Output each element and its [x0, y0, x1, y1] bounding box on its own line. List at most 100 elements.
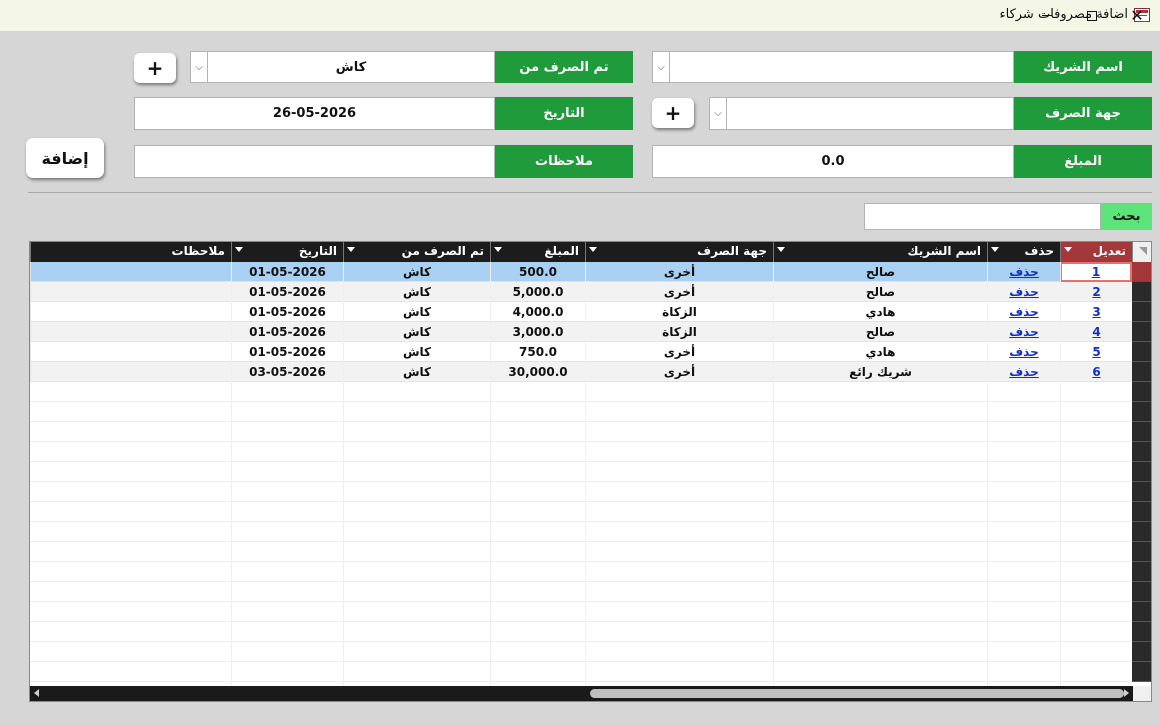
notes-cell[interactable]	[30, 362, 231, 382]
amount-cell[interactable]: 500.0	[490, 262, 585, 282]
horizontal-scrollbar[interactable]	[30, 686, 1133, 701]
date-cell[interactable]: 01-05-2026	[231, 302, 343, 322]
record-selector[interactable]	[1132, 282, 1151, 302]
partner-name-combo[interactable]	[669, 51, 1014, 83]
filter-arrow-icon[interactable]	[991, 247, 999, 252]
notes-cell[interactable]	[30, 302, 231, 322]
table-row[interactable]: 01-05-2026 كاش 750.0 أخرى هادي حذف 5	[30, 342, 1132, 362]
maximize-button[interactable]	[1069, 0, 1115, 31]
amount-cell[interactable]: 4,000.0	[490, 302, 585, 322]
scroll-right-icon[interactable]	[1124, 689, 1129, 697]
header-date[interactable]: التاريخ	[231, 242, 343, 262]
partner-name-dropdown-icon[interactable]: ⌵	[652, 51, 670, 83]
header-delete[interactable]: حذف	[987, 242, 1060, 262]
date-cell[interactable]: 01-05-2026	[231, 282, 343, 302]
notes-cell[interactable]	[30, 282, 231, 302]
table-row[interactable]: 01-05-2026 كاش 3,000.0 الزكاة صالح حذف 4	[30, 322, 1132, 342]
record-selector[interactable]	[1132, 602, 1151, 622]
partner-name-cell[interactable]: صالح	[773, 322, 987, 342]
expense-type-cell[interactable]: أخرى	[585, 282, 773, 302]
record-selector[interactable]	[1132, 462, 1151, 482]
minimize-button[interactable]	[1024, 0, 1070, 31]
amount-cell[interactable]: 30,000.0	[490, 362, 585, 382]
record-selector[interactable]	[1132, 622, 1151, 642]
record-selector[interactable]	[1132, 262, 1151, 282]
expense-type-cell[interactable]: الزكاة	[585, 302, 773, 322]
paid-from-cell[interactable]: كاش	[343, 362, 490, 382]
record-selector[interactable]	[1132, 522, 1151, 542]
paid-from-combo[interactable]: كاش	[207, 51, 495, 83]
close-button[interactable]: ✕	[1114, 0, 1160, 31]
delete-link[interactable]: حذف	[987, 262, 1060, 282]
delete-link[interactable]: حذف	[987, 342, 1060, 362]
paid-from-cell[interactable]: كاش	[343, 322, 490, 342]
notes-cell[interactable]	[30, 342, 231, 362]
header-amount[interactable]: المبلغ	[490, 242, 585, 262]
record-selector[interactable]	[1132, 582, 1151, 602]
amount-cell[interactable]: 3,000.0	[490, 322, 585, 342]
record-selector[interactable]	[1132, 442, 1151, 462]
partner-name-cell[interactable]: هادي	[773, 342, 987, 362]
record-selector[interactable]	[1132, 362, 1151, 382]
date-field[interactable]: 26-05-2026	[134, 97, 495, 130]
filter-arrow-icon[interactable]	[494, 247, 502, 252]
header-partner-name[interactable]: اسم الشريك	[773, 242, 987, 262]
notes-cell[interactable]	[30, 262, 231, 282]
record-selector[interactable]	[1132, 662, 1151, 682]
date-cell[interactable]: 01-05-2026	[231, 262, 343, 282]
record-selector[interactable]	[1132, 402, 1151, 422]
delete-link[interactable]: حذف	[987, 282, 1060, 302]
partner-name-cell[interactable]: صالح	[773, 282, 987, 302]
edit-link[interactable]: 2	[1060, 282, 1132, 302]
add-button[interactable]: إضافة	[26, 138, 104, 178]
expense-type-cell[interactable]: الزكاة	[585, 322, 773, 342]
table-row[interactable]: 03-05-2026 كاش 30,000.0 أخرى شريك رائع حذف 6	[30, 362, 1132, 382]
record-selector[interactable]	[1132, 302, 1151, 322]
delete-link[interactable]: حذف	[987, 322, 1060, 342]
notes-field[interactable]	[134, 145, 495, 178]
record-selector[interactable]	[1132, 542, 1151, 562]
edit-link[interactable]: 5	[1060, 342, 1132, 362]
expense-type-combo[interactable]	[726, 97, 1014, 130]
partner-name-cell[interactable]: صالح	[773, 262, 987, 282]
record-selector[interactable]	[1132, 322, 1151, 342]
table-row[interactable]: 01-05-2026 كاش 5,000.0 أخرى صالح حذف 2	[30, 282, 1132, 302]
paid-from-cell[interactable]: كاش	[343, 282, 490, 302]
select-all-corner[interactable]	[1132, 242, 1151, 262]
partner-name-cell[interactable]: هادي	[773, 302, 987, 322]
record-selector[interactable]	[1132, 422, 1151, 442]
date-cell[interactable]: 01-05-2026	[231, 322, 343, 342]
header-expense-type[interactable]: جهة الصرف	[585, 242, 773, 262]
paid-from-dropdown-icon[interactable]: ⌵	[190, 51, 208, 83]
record-selector[interactable]	[1132, 562, 1151, 582]
filter-arrow-icon[interactable]	[235, 247, 243, 252]
edit-link[interactable]: 1	[1060, 262, 1132, 282]
search-input[interactable]	[864, 203, 1101, 230]
date-cell[interactable]: 03-05-2026	[231, 362, 343, 382]
header-paid-from[interactable]: تم الصرف من	[343, 242, 490, 262]
paid-from-cell[interactable]: كاش	[343, 342, 490, 362]
record-selector[interactable]	[1132, 482, 1151, 502]
header-notes[interactable]: ملاحظات	[30, 242, 231, 262]
filter-arrow-icon[interactable]	[589, 247, 597, 252]
filter-arrow-icon[interactable]	[777, 247, 785, 252]
record-selector[interactable]	[1132, 382, 1151, 402]
paid-from-cell[interactable]: كاش	[343, 302, 490, 322]
filter-arrow-icon[interactable]	[1064, 247, 1072, 252]
add-expense-type-button[interactable]: +	[652, 98, 694, 128]
edit-link[interactable]: 6	[1060, 362, 1132, 382]
expenses-datasheet[interactable]: ملاحظات التاريخ تم الصرف من المبلغ جهة ا…	[29, 241, 1152, 702]
notes-cell[interactable]	[30, 322, 231, 342]
table-row[interactable]: 01-05-2026 كاش 500.0 أخرى صالح حذف 1	[30, 262, 1132, 282]
scroll-left-icon[interactable]	[34, 689, 39, 697]
expense-type-cell[interactable]: أخرى	[585, 262, 773, 282]
delete-link[interactable]: حذف	[987, 362, 1060, 382]
scrollbar-thumb[interactable]	[590, 689, 1124, 698]
expense-type-cell[interactable]: أخرى	[585, 342, 773, 362]
delete-link[interactable]: حذف	[987, 302, 1060, 322]
filter-arrow-icon[interactable]	[347, 247, 355, 252]
expense-type-cell[interactable]: أخرى	[585, 362, 773, 382]
edit-link[interactable]: 3	[1060, 302, 1132, 322]
record-selector[interactable]	[1132, 342, 1151, 362]
expense-type-dropdown-icon[interactable]: ⌵	[709, 97, 727, 130]
